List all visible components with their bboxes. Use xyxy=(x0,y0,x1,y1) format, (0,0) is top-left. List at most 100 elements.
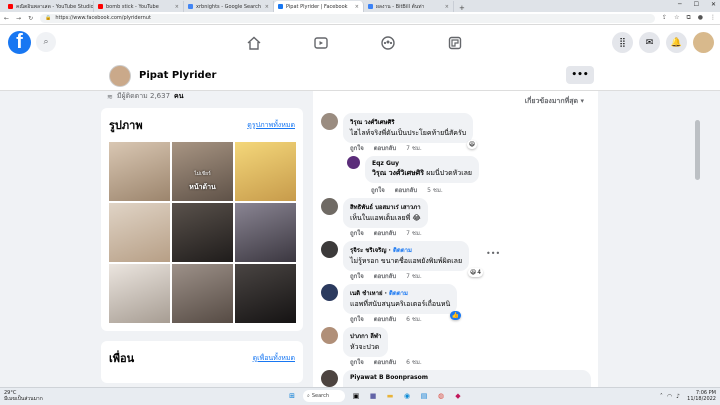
commenter-name[interactable]: Piyawat B Boonprasom xyxy=(350,374,584,381)
forward-icon[interactable]: → xyxy=(16,15,21,22)
profile-icon[interactable]: ● xyxy=(698,14,703,22)
watch-icon[interactable] xyxy=(287,25,354,61)
facebook-logo[interactable]: f xyxy=(8,31,31,54)
photo-thumbnail[interactable] xyxy=(109,142,170,201)
photo-thumbnail[interactable] xyxy=(235,203,296,262)
share-icon[interactable]: ⇪ xyxy=(662,14,667,22)
reply-link[interactable]: ตอบกลับ xyxy=(374,143,396,153)
comment-time[interactable]: 6 ชม. xyxy=(406,314,422,324)
close-tab-icon[interactable]: × xyxy=(265,4,269,10)
edge-icon[interactable]: ◉ xyxy=(401,390,413,402)
store-icon[interactable]: ▤ xyxy=(418,390,430,402)
wifi-icon[interactable]: ◠ xyxy=(667,393,672,400)
like-link[interactable]: ถูกใจ xyxy=(350,314,364,324)
commenter-avatar[interactable] xyxy=(321,113,338,130)
comment-mention[interactable]: วิรุณ วงศ์วิเศษศิริ xyxy=(372,169,424,177)
reaction-badge[interactable]: 😆 4 xyxy=(467,268,484,277)
like-link[interactable]: ถูกใจ xyxy=(371,185,385,195)
home-icon[interactable] xyxy=(220,25,287,61)
reply-link[interactable]: ตอบกลับ xyxy=(395,185,417,195)
gaming-icon[interactable] xyxy=(421,25,488,61)
groups-icon[interactable] xyxy=(354,25,421,61)
like-link[interactable]: ถูกใจ xyxy=(350,143,364,153)
new-tab-button[interactable]: + xyxy=(454,4,470,12)
like-link[interactable]: ถูกใจ xyxy=(350,228,364,238)
photo-thumbnail[interactable] xyxy=(172,203,233,262)
profile-name[interactable]: Pipat Plyrider xyxy=(139,70,216,81)
search-icon[interactable]: ⌕ xyxy=(36,32,56,52)
taskbar-search[interactable]: ⌕ Search xyxy=(303,390,345,402)
photo-thumbnail[interactable]: ไม่เชียร์ หน้าด้าน xyxy=(172,142,233,201)
photo-thumbnail[interactable] xyxy=(235,142,296,201)
comment-time[interactable]: 6 ชม. xyxy=(406,357,422,367)
profile-avatar[interactable] xyxy=(109,65,131,87)
browser-tab[interactable]: xrbnights - Google Search × xyxy=(184,1,274,12)
follow-link[interactable]: ติดตาม xyxy=(393,247,412,254)
reload-icon[interactable]: ↻ xyxy=(28,15,33,22)
chrome-icon[interactable]: ◍ xyxy=(435,390,447,402)
url-field[interactable]: 🔒 https://www.facebook.com/plyridernut xyxy=(40,13,656,23)
commenter-name[interactable]: Eqz Guy xyxy=(372,160,472,167)
chat-icon[interactable]: ■ xyxy=(367,390,379,402)
reply-link[interactable]: ตอบกลับ xyxy=(374,271,396,281)
weather-widget[interactable]: 29°C มีเมฆเป็นส่วนมาก xyxy=(4,390,43,402)
commenter-avatar[interactable] xyxy=(321,284,338,301)
commenter-name[interactable]: เนติ ชำเหาย่ xyxy=(350,290,382,297)
maximize-icon[interactable]: ☐ xyxy=(694,1,699,8)
commenter-name[interactable]: ปาภกา ลีฬา xyxy=(350,331,381,341)
follow-link[interactable]: ติดตาม xyxy=(389,290,408,297)
page-scrollbar[interactable] xyxy=(695,120,700,180)
reply-link[interactable]: ตอบกลับ xyxy=(374,314,396,324)
app-icon[interactable]: ◆ xyxy=(452,390,464,402)
commenter-name[interactable]: รุจิระ ชริเจริญ xyxy=(350,247,386,254)
commenter-avatar[interactable] xyxy=(321,327,338,344)
like-link[interactable]: ถูกใจ xyxy=(350,271,364,281)
commenter-name[interactable]: วิรุณ วงศ์วิเศษศิริ xyxy=(350,117,466,127)
close-window-icon[interactable]: ✕ xyxy=(711,1,716,8)
photo-thumbnail[interactable] xyxy=(109,203,170,262)
see-all-photos-link[interactable]: ดูรูปภาพทั้งหมด xyxy=(247,120,295,131)
comments-sort-dropdown[interactable]: เกี่ยวข้องมากที่สุด ▾ xyxy=(525,96,584,107)
see-all-friends-link[interactable]: ดูเพื่อนทั้งหมด xyxy=(253,353,295,364)
comment-time[interactable]: 7 ชม. xyxy=(406,228,422,238)
back-icon[interactable]: ← xyxy=(4,15,9,22)
browser-menu-icon[interactable]: ⋮ xyxy=(710,14,716,22)
comment-time[interactable]: 7 ชม. xyxy=(406,143,422,153)
photo-thumbnail[interactable] xyxy=(109,264,170,323)
messenger-icon[interactable]: ✉ xyxy=(639,32,660,53)
account-avatar[interactable] xyxy=(693,32,714,53)
chevron-up-icon[interactable]: ˄ xyxy=(660,393,663,400)
reply-link[interactable]: ตอบกลับ xyxy=(374,357,396,367)
browser-tab-active[interactable]: Pipat Plyrider | Facebook × xyxy=(274,1,364,12)
like-link[interactable]: ถูกใจ xyxy=(350,357,364,367)
browser-tab[interactable]: ผลงาน - BitBill ต้นท่า × xyxy=(364,1,454,12)
comment-options-icon[interactable]: ••• xyxy=(486,249,500,258)
comment-time[interactable]: 5 ชม. xyxy=(427,185,443,195)
notifications-bell-icon[interactable]: 🔔 xyxy=(666,32,687,53)
commenter-avatar[interactable] xyxy=(321,241,338,258)
photo-thumbnail[interactable] xyxy=(235,264,296,323)
reply-link[interactable]: ตอบกลับ xyxy=(374,228,396,238)
commenter-avatar[interactable] xyxy=(347,156,360,169)
more-options-button[interactable]: ••• xyxy=(566,66,594,84)
browser-tab[interactable]: คณิตอินพลาเสด - YouTube Studio× xyxy=(4,1,94,12)
close-tab-icon[interactable]: × xyxy=(175,4,179,10)
windows-start-icon[interactable]: ⊞ xyxy=(286,390,298,402)
reaction-badge[interactable]: 👍 xyxy=(449,311,462,320)
commenter-name[interactable]: สิทธิพันธ์ บอสมาเร่ เสาวภา xyxy=(350,202,421,212)
close-tab-icon[interactable]: × xyxy=(355,4,359,10)
extensions-icon[interactable]: ⧉ xyxy=(686,14,690,22)
photo-thumbnail[interactable] xyxy=(172,264,233,323)
bookmark-star-icon[interactable]: ☆ xyxy=(674,14,679,22)
commenter-avatar[interactable] xyxy=(321,370,338,387)
volume-icon[interactable]: ♪ xyxy=(676,393,680,400)
close-tab-icon[interactable]: × xyxy=(445,4,449,10)
clock[interactable]: 7:06 PM 11/18/2022 xyxy=(687,390,716,402)
comment-time[interactable]: 7 ชม. xyxy=(406,271,422,281)
menu-grid-icon[interactable]: ⣿ xyxy=(612,32,633,53)
commenter-avatar[interactable] xyxy=(321,198,338,215)
browser-tab[interactable]: bomb stick - YouTube × xyxy=(94,1,184,12)
task-view-icon[interactable]: ▣ xyxy=(350,390,362,402)
file-explorer-icon[interactable]: ▬ xyxy=(384,390,396,402)
minimize-icon[interactable]: ─ xyxy=(678,1,682,8)
